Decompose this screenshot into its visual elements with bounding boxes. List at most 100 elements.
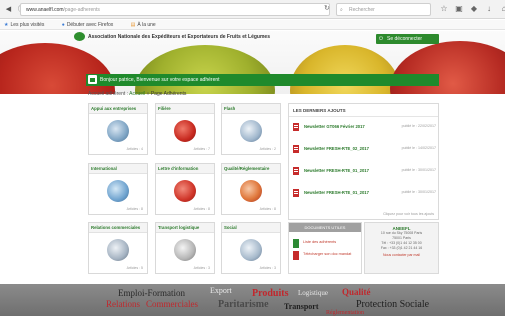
latest-additions-heading: LES DERNIERS AJOUTS <box>289 104 438 117</box>
card-filiere[interactable]: Filière Articles : 7 <box>155 103 215 155</box>
news-item[interactable]: Newsletter FRESH-RTE_01_2017 publié le :… <box>293 188 436 200</box>
useful-documents-heading: DOCUMENTS UTILES <box>289 223 361 232</box>
footer-tag-cloud: Emploi-Formation Export Produits Logisti… <box>0 284 505 316</box>
doc-member-list[interactable]: Liste des adhérents <box>293 239 361 251</box>
card-social[interactable]: Social Articles : 3 <box>221 222 281 274</box>
card-title: Social <box>222 223 280 233</box>
card-title: Flash <box>222 104 280 114</box>
news-date: publié le : 30/01/2017 <box>401 190 436 194</box>
shield-icon[interactable]: ◆ <box>470 3 478 15</box>
contact-panel: ANEEFL 10 rue du Sky 75008 Paris 75001 P… <box>364 222 439 274</box>
book-icon <box>293 239 299 248</box>
card-count: Articles : 3 <box>259 266 276 270</box>
clipboard-icon[interactable]: ▣ <box>455 3 463 15</box>
apple-icon <box>174 120 196 142</box>
card-count: Articles : 7 <box>193 147 210 151</box>
contact-mail-link[interactable]: Nous contacter par mail <box>365 253 438 257</box>
globe-hand-icon <box>107 120 129 142</box>
power-icon: ⏻ <box>379 36 383 42</box>
card-transport-logistique[interactable]: Transport logistique Articles : 3 <box>155 222 215 274</box>
tag-word: Paritarisme <box>218 299 269 310</box>
contact-fax: Fax : +33 (0)1 42 21 44 16 <box>380 246 423 250</box>
card-count: Articles : 3 <box>193 266 210 270</box>
card-lettre-information[interactable]: Lettre d'information Articles : 8 <box>155 163 215 215</box>
tag-word: Commerciales <box>146 299 198 309</box>
globe-icon <box>107 180 129 202</box>
home-icon[interactable]: ⌂ <box>500 3 505 15</box>
aneefl-logo[interactable] <box>74 32 85 41</box>
tag-word: Emploi-Formation <box>118 288 185 298</box>
news-title[interactable]: Newsletter FRESH-RTE_01_2017 <box>304 190 369 195</box>
card-count: Articles : 2 <box>259 147 276 151</box>
latest-additions-panel: LES DERNIERS AJOUTS Newsletter GT066 Fév… <box>288 103 439 220</box>
card-relations-commerciales[interactable]: Relations commerciales Articles : 5 <box>88 222 148 274</box>
address-bar[interactable]: www.anaelfl.com/page-adherents <box>20 3 330 16</box>
doc-mandate-download[interactable]: Télécharger son doc mandat <box>293 251 361 263</box>
browser-search-input[interactable]: ⌕ Rechercher <box>336 3 431 16</box>
card-title: Filière <box>156 104 214 114</box>
card-title: Appui aux entreprises <box>89 104 147 114</box>
download-icon[interactable]: ↓ <box>485 3 493 15</box>
bookmark-most-visited[interactable]: ★ Les plus visités <box>4 22 52 28</box>
flash-icon <box>240 120 262 142</box>
star-icon[interactable]: ☆ <box>440 3 448 15</box>
useful-documents-panel: DOCUMENTS UTILES Liste des adhérents Tél… <box>288 222 362 274</box>
breadcrumb-home-link[interactable]: Accueil <box>129 91 145 97</box>
card-count: Articles : 8 <box>126 207 143 211</box>
card-flash[interactable]: Flash Articles : 2 <box>221 103 281 155</box>
tag-word: Logistique <box>298 289 328 297</box>
tag-word: Transport <box>284 302 319 311</box>
tag-word: Produits <box>252 288 289 299</box>
tag-word: Qualité <box>342 287 371 297</box>
green-apple-image <box>135 45 275 94</box>
news-date: publié le : 30/01/2017 <box>401 168 436 172</box>
card-count: Articles : 8 <box>259 207 276 211</box>
social-icon <box>240 239 262 261</box>
news-item[interactable]: Newsletter FRESH-RTE_01_2017 publié le :… <box>293 166 436 178</box>
news-item[interactable]: Newsletter FRESH-RTE_02_2017 publié le :… <box>293 144 436 156</box>
search-placeholder: Rechercher <box>349 7 375 13</box>
firefox-icon: ● <box>61 22 65 28</box>
news-date: publié le : 22/02/2017 <box>401 124 436 128</box>
card-count: Articles : 8 <box>193 207 210 211</box>
bookmarks-bar: ★ Les plus visités ● Débuter avec Firefox … <box>0 20 505 30</box>
pdf-icon <box>293 189 299 197</box>
card-qualite-reglementaire[interactable]: Qualité/Réglementaire Articles : 8 <box>221 163 281 215</box>
yellow-apple-image <box>290 45 400 94</box>
tag-word: Relations <box>106 299 140 309</box>
pdf-icon <box>293 167 299 175</box>
news-title[interactable]: Newsletter FRESH-RTE_02_2017 <box>304 146 369 151</box>
reload-icon[interactable]: ↻ <box>324 3 330 15</box>
news-item[interactable]: Newsletter GT066 Février 2017 publié le … <box>293 122 436 134</box>
pdf-icon <box>293 123 299 131</box>
disconnect-button[interactable]: ⏻ Se déconnecter <box>376 34 439 44</box>
red-apple-image-right <box>390 41 505 94</box>
card-appui-entreprises[interactable]: Appui aux entreprises Articles : 4 <box>88 103 148 155</box>
handshake-icon <box>107 239 129 261</box>
url-path: /page-adherents <box>63 7 100 13</box>
card-title: Relations commerciales <box>89 223 147 233</box>
doc-label[interactable]: Liste des adhérents <box>303 240 336 245</box>
card-title: Transport logistique <box>156 223 214 233</box>
breadcrumb-current: Page Adhérents <box>150 91 187 97</box>
back-icon[interactable]: ◀ <box>4 5 13 14</box>
toolbar-icons: ☆ ▣ ◆ ↓ ⌂ <box>440 3 505 15</box>
see-all-additions-link[interactable]: Cliquez pour voir tous les ajouts <box>383 212 434 216</box>
tag-word: Protection Sociale <box>356 299 430 310</box>
truck-icon <box>174 239 196 261</box>
browser-toolbar: ◀ ⓘ www.anaelfl.com/page-adherents ↻ ⌕ R… <box>0 0 505 19</box>
news-title[interactable]: Newsletter FRESH-RTE_01_2017 <box>304 168 369 173</box>
news-title[interactable]: Newsletter GT066 Février 2017 <box>304 124 365 129</box>
house-icon <box>88 75 97 84</box>
bookmark-firefox[interactable]: ● Débuter avec Firefox <box>62 22 121 28</box>
bookmark-news[interactable]: ▤ À la une <box>131 22 164 28</box>
url-host: www.anaelfl.com <box>26 7 64 13</box>
newsletter-icon <box>174 180 196 202</box>
card-title: Lettre d'information <box>156 164 214 174</box>
quality-icon <box>240 180 262 202</box>
news-date: publié le : 14/02/2017 <box>401 146 436 150</box>
card-international[interactable]: International Articles : 8 <box>88 163 148 215</box>
breadcrumb: Accueil adhérent : Accueil » Page Adhére… <box>88 91 187 97</box>
doc-label[interactable]: Télécharger son doc mandat <box>303 252 351 257</box>
card-count: Articles : 5 <box>126 266 143 270</box>
